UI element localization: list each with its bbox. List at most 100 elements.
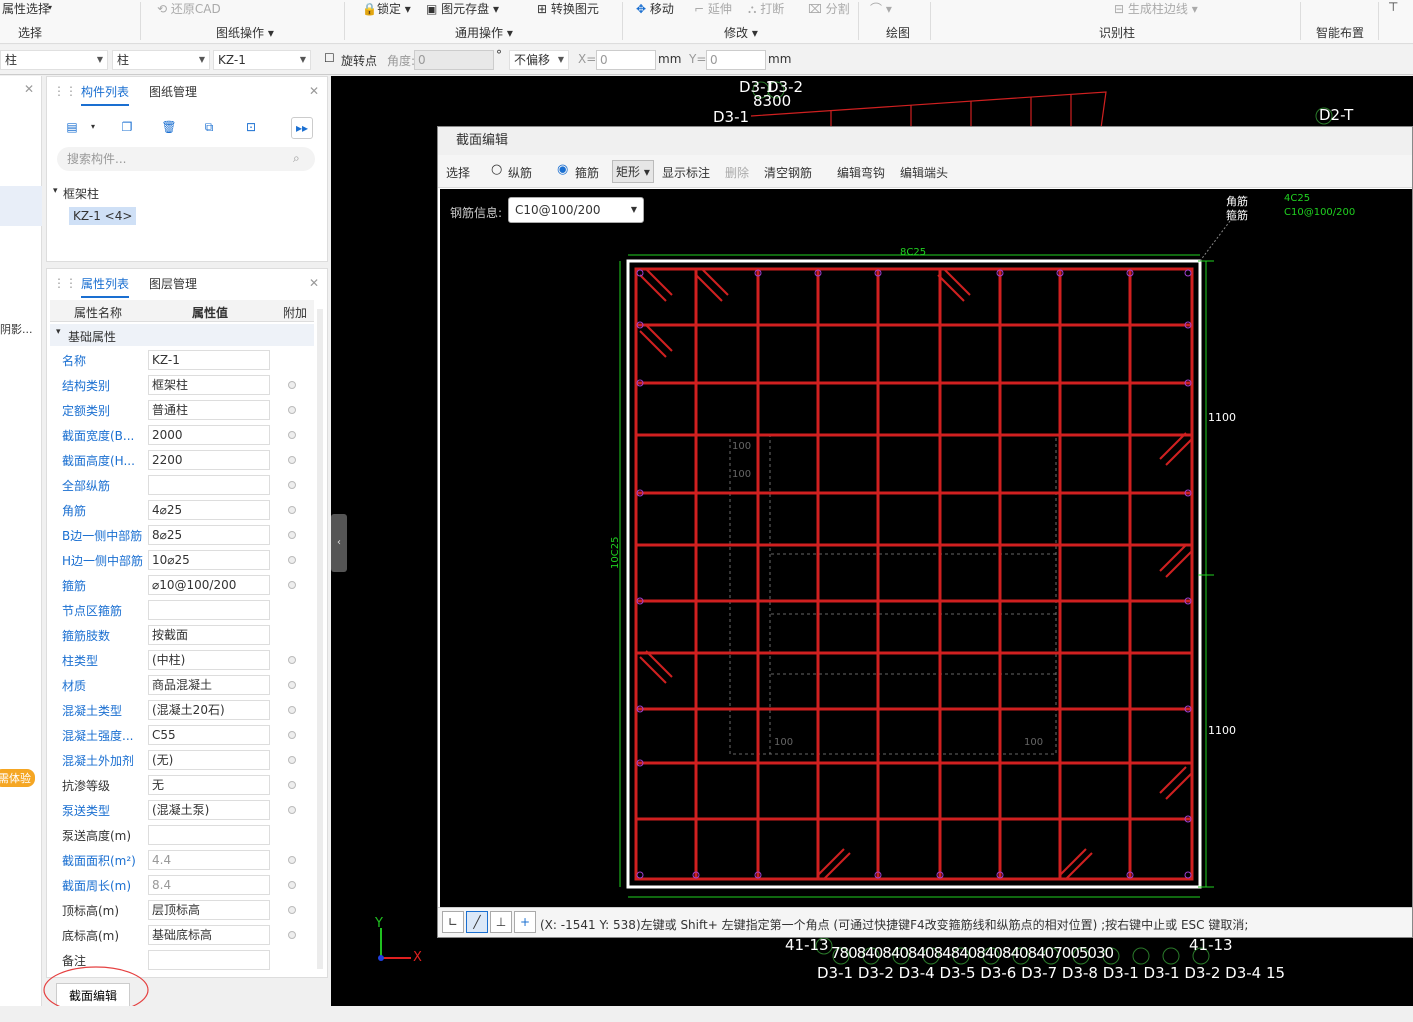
x-input[interactable]: 0: [596, 50, 656, 70]
floor-select[interactable]: 柱 ▼: [0, 50, 108, 70]
attach-checkbox[interactable]: [288, 931, 296, 939]
prop-row[interactable]: 定额类别 普通柱: [50, 398, 312, 423]
ribbon-item-select-attr[interactable]: 属性选择: [2, 0, 50, 17]
prop-row[interactable]: 箍筋 ⌀10@100/200: [50, 573, 312, 598]
rotate-checkbox[interactable]: ☐: [324, 51, 335, 65]
tab-component-list[interactable]: 构件列表: [81, 83, 130, 106]
prop-value[interactable]: 4.4: [148, 850, 270, 870]
tree-child[interactable]: KZ-1 <4>: [69, 207, 137, 225]
prop-value[interactable]: 普通柱: [148, 400, 270, 420]
prop-value[interactable]: 8.4: [148, 875, 270, 895]
attach-checkbox[interactable]: [288, 581, 296, 589]
prop-value[interactable]: 4⌀25: [148, 500, 270, 520]
y-input[interactable]: 0: [706, 50, 766, 70]
prop-row[interactable]: 截面宽度(B... 2000: [50, 423, 312, 448]
prop-value[interactable]: C55: [148, 725, 270, 745]
ribbon-item-lock[interactable]: 🔒锁定 ▾: [362, 0, 411, 17]
attach-checkbox[interactable]: [288, 656, 296, 664]
ribbon-item-move[interactable]: ✥ 移动: [636, 0, 674, 17]
tool-show-dim[interactable]: 显示标注: [662, 164, 710, 181]
prop-value[interactable]: 8⌀25: [148, 525, 270, 545]
prop-value[interactable]: 基础底标高: [148, 925, 270, 945]
prop-value[interactable]: [148, 825, 270, 845]
radio-stirrup[interactable]: ◉: [557, 162, 568, 177]
tool-select[interactable]: 选择: [446, 164, 470, 181]
attach-checkbox[interactable]: [288, 806, 296, 814]
ribbon-item-split[interactable]: ⌧ 分割: [808, 0, 850, 17]
new-icon[interactable]: ▤: [61, 117, 83, 139]
tool-clear[interactable]: 清空钢筋: [764, 164, 812, 181]
tab-drawing-manage[interactable]: 图纸管理: [149, 83, 197, 100]
prop-row[interactable]: 底标高(m) 基础底标高: [50, 923, 312, 948]
prop-value[interactable]: 层顶标高: [148, 900, 270, 920]
prop-value[interactable]: ⌀10@100/200: [148, 575, 270, 595]
prop-value[interactable]: 按截面: [148, 625, 270, 645]
tree-parent[interactable]: 框架柱: [63, 185, 99, 202]
offset-select[interactable]: 不偏移 ▼: [509, 50, 569, 70]
prop-value[interactable]: 无: [148, 775, 270, 795]
prop-value[interactable]: [148, 600, 270, 620]
prop-row[interactable]: 节点区箍筋: [50, 598, 312, 623]
angle-input[interactable]: 0: [414, 50, 494, 70]
prop-value[interactable]: 2200: [148, 450, 270, 470]
prop-value[interactable]: [148, 475, 270, 495]
tool-delete[interactable]: 删除: [725, 164, 749, 181]
attach-checkbox[interactable]: [288, 456, 296, 464]
prop-row[interactable]: 截面面积(m²) 4.4: [50, 848, 312, 873]
attach-checkbox[interactable]: [288, 481, 296, 489]
drag-handle-icon[interactable]: ⋮⋮: [53, 276, 77, 290]
snap-add-icon[interactable]: +: [514, 911, 536, 933]
copy-icon[interactable]: ❐: [116, 117, 138, 139]
trial-badge[interactable]: 需体验: [0, 769, 35, 787]
prop-row[interactable]: 角筋 4⌀25: [50, 498, 312, 523]
shape-select[interactable]: 矩形 ▾: [612, 160, 654, 183]
prop-value[interactable]: (混凝土泵): [148, 800, 270, 820]
prop-value[interactable]: [148, 950, 270, 970]
snap-line-icon[interactable]: ╱: [466, 911, 488, 933]
attach-checkbox[interactable]: [288, 906, 296, 914]
attach-checkbox[interactable]: [288, 856, 296, 864]
prop-row[interactable]: H边一侧中部筋 10⌀25: [50, 548, 312, 573]
prop-value[interactable]: (混凝土20石): [148, 700, 270, 720]
prop-row[interactable]: 结构类别 框架柱: [50, 373, 312, 398]
delete-icon[interactable]: 🗑: [158, 117, 180, 139]
expand-icon[interactable]: ▾: [53, 186, 58, 196]
component-select[interactable]: KZ-1 ▼: [213, 50, 311, 70]
prop-value[interactable]: (无): [148, 750, 270, 770]
close-icon[interactable]: ✕: [24, 82, 34, 96]
prop-row[interactable]: 混凝土外加剂 (无): [50, 748, 312, 773]
ribbon-item-gen-column-edge[interactable]: ⊟ 生成柱边线 ▾: [1114, 0, 1198, 17]
collapse-handle[interactable]: ‹: [331, 514, 347, 572]
attach-checkbox[interactable]: [288, 706, 296, 714]
prop-value[interactable]: 2000: [148, 425, 270, 445]
prop-row[interactable]: 材质 商品混凝土: [50, 673, 312, 698]
attach-checkbox[interactable]: [288, 381, 296, 389]
tool-edit-end[interactable]: 编辑端头: [900, 164, 948, 181]
prop-row[interactable]: 顶标高(m) 层顶标高: [50, 898, 312, 923]
attach-checkbox[interactable]: [288, 681, 296, 689]
prop-group[interactable]: ▾ 基础属性: [50, 324, 314, 346]
prop-row[interactable]: 混凝土类型 (混凝土20石): [50, 698, 312, 723]
tool-edit-hook[interactable]: 编辑弯钩: [837, 164, 885, 181]
snap-perp-icon[interactable]: ⊥: [490, 911, 512, 933]
prop-row[interactable]: 截面高度(H... 2200: [50, 448, 312, 473]
attach-checkbox[interactable]: [288, 406, 296, 414]
prop-row[interactable]: 全部纵筋: [50, 473, 312, 498]
attach-checkbox[interactable]: [288, 556, 296, 564]
prop-value[interactable]: 商品混凝土: [148, 675, 270, 695]
duplicate-icon[interactable]: ⧉: [198, 117, 220, 139]
ribbon-item-break[interactable]: ⛬ 打断: [748, 0, 784, 17]
attach-checkbox[interactable]: [288, 756, 296, 764]
ribbon-item-extend[interactable]: ⌐ 延伸: [694, 0, 732, 17]
prop-row[interactable]: 混凝土强度... C55: [50, 723, 312, 748]
attach-checkbox[interactable]: [288, 431, 296, 439]
prop-row[interactable]: 柱类型 (中柱): [50, 648, 312, 673]
search-input[interactable]: 搜索构件...: [57, 147, 315, 171]
prop-row[interactable]: 泵送类型 (混凝土泵): [50, 798, 312, 823]
attach-checkbox[interactable]: [288, 506, 296, 514]
prop-value[interactable]: 框架柱: [148, 375, 270, 395]
layer-copy-icon[interactable]: ⊡: [240, 117, 262, 139]
prop-row[interactable]: 抗渗等级 无: [50, 773, 312, 798]
close-icon[interactable]: ✕: [309, 84, 319, 98]
prop-row[interactable]: B边一侧中部筋 8⌀25: [50, 523, 312, 548]
